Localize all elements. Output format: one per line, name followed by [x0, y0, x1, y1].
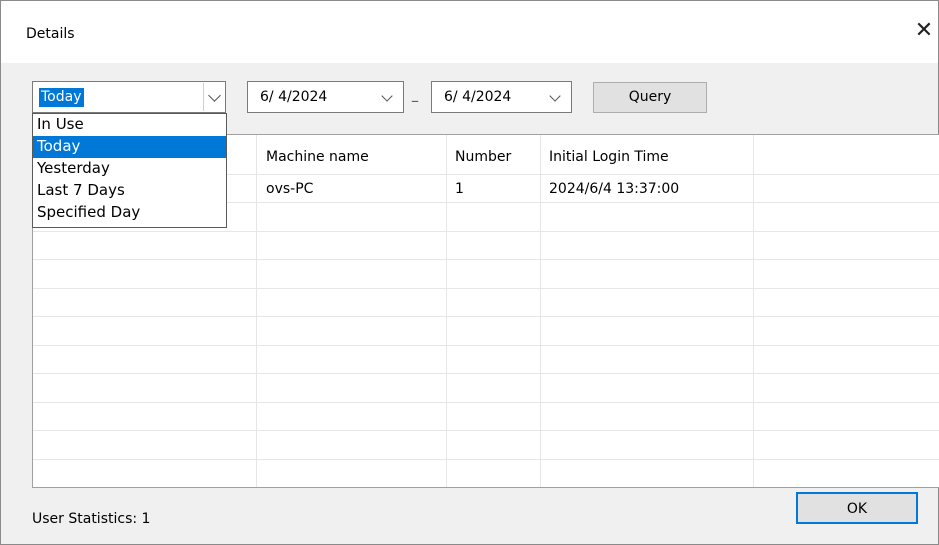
dialog-title: Details — [26, 26, 75, 42]
date-to-value: 6/ 4/2024 — [444, 89, 512, 105]
option-last-7-days[interactable]: Last 7 Days — [33, 180, 226, 202]
date-from-picker[interactable]: 6/ 4/2024 — [247, 81, 404, 113]
filter-selected-value[interactable]: Today — [39, 88, 84, 107]
user-statistics-label: User Statistics: — [32, 511, 138, 527]
row-divider — [33, 288, 939, 289]
chevron-down-icon — [207, 88, 221, 102]
date-range-separator: – — [411, 91, 419, 110]
cell-number[interactable]: 1 — [455, 181, 464, 197]
user-statistics-value: 1 — [141, 511, 151, 527]
date-from-value: 6/ 4/2024 — [260, 89, 328, 105]
filter-dropdown-button[interactable] — [203, 83, 224, 111]
close-icon[interactable]: ✕ — [912, 20, 936, 44]
row-divider — [33, 430, 939, 431]
row-divider — [33, 259, 939, 260]
cell-initial-login-time[interactable]: 2024/6/4 13:37:00 — [549, 181, 679, 197]
option-in-use[interactable]: In Use — [33, 114, 226, 136]
user-statistics: User Statistics: 1 — [32, 511, 150, 527]
column-header-machine-name[interactable]: Machine name — [266, 149, 369, 165]
details-dialog: Details ✕ Today 6/ 4/2024 – 6/ 4/2024 Qu… — [0, 0, 939, 545]
filter-dropdown-list: In Use Today Yesterday Last 7 Days Speci… — [32, 113, 227, 228]
column-divider — [753, 135, 754, 487]
row-divider — [33, 316, 939, 317]
column-header-initial-login-time[interactable]: Initial Login Time — [549, 149, 669, 165]
option-today[interactable]: Today — [33, 136, 226, 158]
row-divider — [33, 345, 939, 346]
title-bar: Details ✕ — [1, 1, 938, 63]
column-divider — [540, 135, 541, 487]
row-divider — [33, 231, 939, 232]
row-divider — [33, 373, 939, 374]
cell-machine-name[interactable]: ovs-PC — [266, 181, 313, 197]
chevron-down-icon[interactable] — [381, 90, 393, 102]
row-divider — [33, 459, 939, 460]
chevron-down-icon[interactable] — [549, 90, 561, 102]
date-to-picker[interactable]: 6/ 4/2024 — [431, 81, 572, 113]
query-button[interactable]: Query — [593, 82, 707, 113]
ok-button[interactable]: OK — [796, 492, 918, 524]
filter-combobox[interactable]: Today — [32, 81, 226, 113]
option-specified-day[interactable]: Specified Day — [33, 202, 226, 224]
column-divider — [256, 135, 257, 487]
row-divider — [33, 402, 939, 403]
column-header-number[interactable]: Number — [455, 149, 511, 165]
column-divider — [446, 135, 447, 487]
option-yesterday[interactable]: Yesterday — [33, 158, 226, 180]
